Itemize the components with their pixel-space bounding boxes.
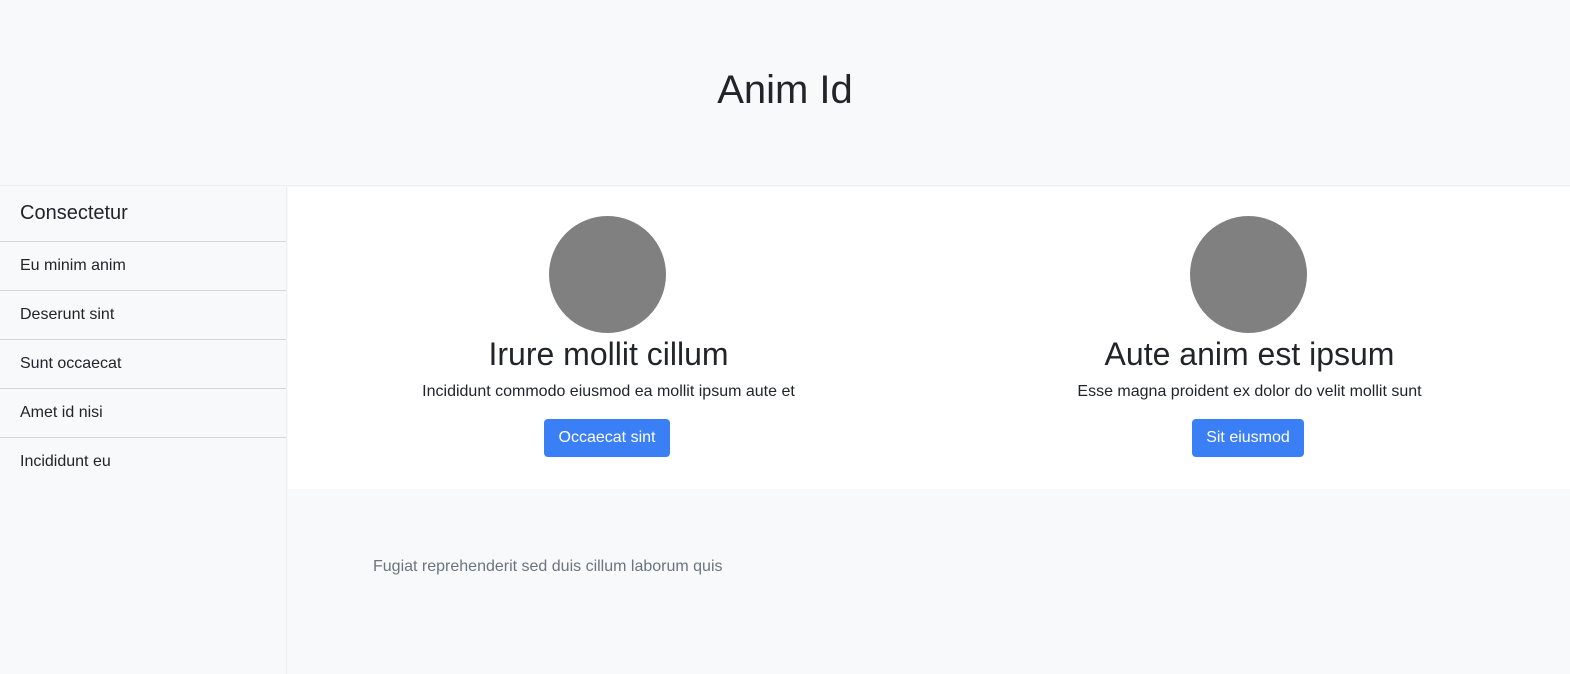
avatar xyxy=(549,216,666,333)
feature-text: Esse magna proident ex dolor do velit mo… xyxy=(1077,383,1422,400)
sidebar-item-incididunt-eu[interactable]: Incididunt eu xyxy=(0,438,286,487)
feature-text: Incididunt commodo eiusmod ea mollit ips… xyxy=(422,383,795,400)
footer-text: Fugiat reprehenderit sed duis cillum lab… xyxy=(373,558,723,575)
feature-title: Irure mollit cillum xyxy=(488,336,729,372)
features-section: Irure mollit cillum Incididunt commodo e… xyxy=(288,187,1570,489)
sidebar-item-eu-minim-anim[interactable]: Eu minim anim xyxy=(0,242,286,291)
page-title: Anim Id xyxy=(717,68,853,112)
avatar xyxy=(1190,216,1307,333)
feature-title: Aute anim est ipsum xyxy=(1104,336,1395,372)
sidebar: Consectetur Eu minim anim Deserunt sint … xyxy=(0,187,287,674)
occaecat-sint-button[interactable]: Occaecat sint xyxy=(544,419,670,457)
sidebar-heading: Consectetur xyxy=(0,187,286,242)
sidebar-item-amet-id-nisi[interactable]: Amet id nisi xyxy=(0,389,286,438)
sidebar-item-sunt-occaecat[interactable]: Sunt occaecat xyxy=(0,340,286,389)
sidebar-item-deserunt-sint[interactable]: Deserunt sint xyxy=(0,291,286,340)
sit-eiusmod-button[interactable]: Sit eiusmod xyxy=(1192,419,1304,457)
page-header: Anim Id xyxy=(0,0,1570,186)
feature-card: Irure mollit cillum Incididunt commodo e… xyxy=(288,187,929,489)
feature-card: Aute anim est ipsum Esse magna proident … xyxy=(929,187,1570,489)
